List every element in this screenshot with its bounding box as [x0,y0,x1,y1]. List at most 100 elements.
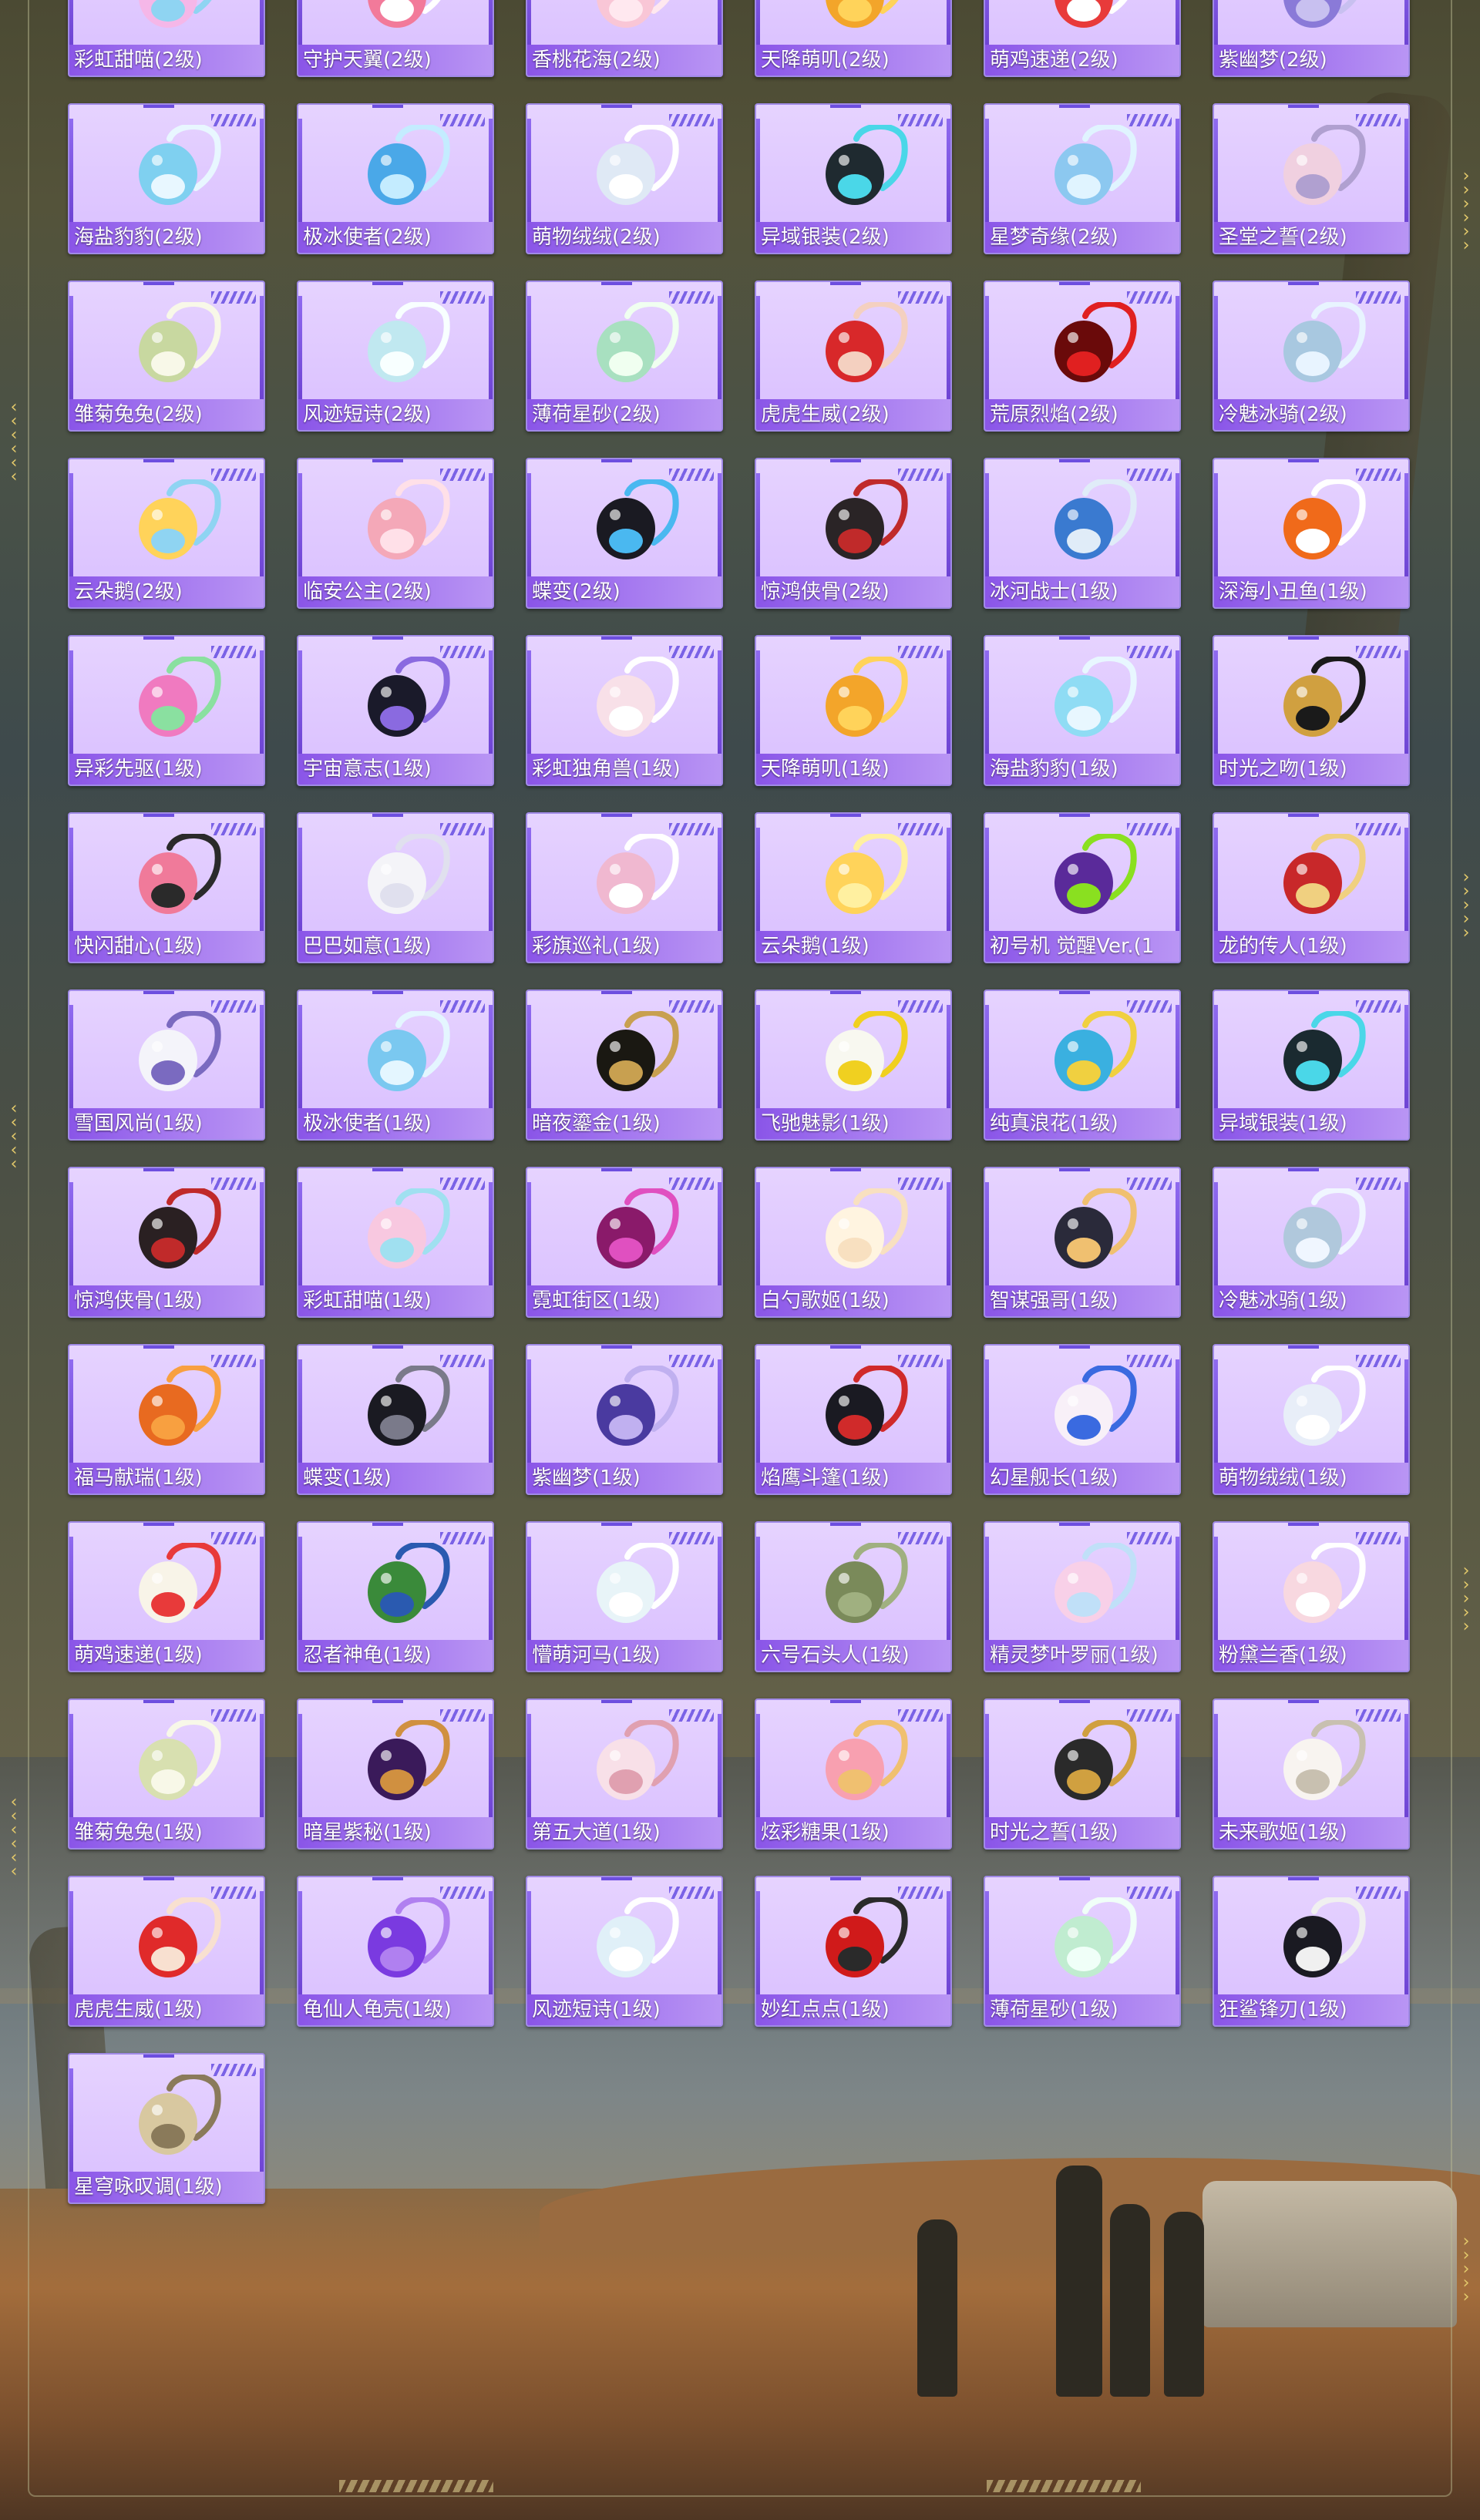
backpack-card[interactable]: 蝶变(1级) [297,1344,494,1495]
backpack-card[interactable]: 圣堂之誓(2级) [1213,103,1410,254]
backpack-card[interactable]: 巴巴如意(1级) [297,812,494,963]
backpack-card[interactable]: 龙的传人(1级) [1213,812,1410,963]
backpack-card[interactable]: 异彩先驱(1级) [68,635,265,786]
backpack-name: 星穹咏叹调(1级) [69,2172,264,2202]
backpack-card[interactable]: 萌鸡速递(1级) [68,1521,265,1672]
backpack-card[interactable]: 雏菊兔兔(2级) [68,281,265,432]
backpack-skin-grid: 彩虹甜喵(2级) 守护天翼(2级) 香桃花海(2级) 天降萌叽(2级) 萌鸡速递… [68,0,1412,2204]
rainbow-cat-backpack-icon [368,1188,450,1268]
card-top-accent [1288,814,1319,817]
backpack-card[interactable]: 炫彩糖果(1级) [755,1698,952,1850]
backpack-card[interactable]: 幻星舰长(1级) [984,1344,1181,1495]
card-top-accent [830,1346,861,1349]
backpack-card[interactable]: 紫幽梦(2级) [1213,0,1410,77]
backpack-card[interactable]: 飞驰魅影(1级) [755,990,952,1141]
backpack-card[interactable]: 星梦奇缘(2级) [984,103,1181,254]
backpack-name: 极冰使者(2级) [298,222,493,253]
card-right-accent [947,119,950,234]
card-right-accent [1404,1359,1408,1475]
backpack-card[interactable]: 彩虹独角兽(1级) [526,635,723,786]
backpack-card[interactable]: 海盐豹豹(1级) [984,635,1181,786]
backpack-card[interactable]: 暗夜鎏金(1级) [526,990,723,1141]
backpack-card[interactable]: 萌物绒绒(2级) [526,103,723,254]
backpack-card[interactable]: 纯真浪花(1级) [984,990,1181,1141]
white-diva-backpack-icon [826,1188,908,1268]
backpack-card[interactable]: 异域银装(2级) [755,103,952,254]
backpack-card[interactable]: 霓虹街区(1级) [526,1167,723,1318]
backpack-card[interactable]: 懵萌河马(1级) [526,1521,723,1672]
backpack-card[interactable]: 云朵鹅(1级) [755,812,952,963]
backpack-card[interactable]: 智谋强哥(1级) [984,1167,1181,1318]
backpack-card[interactable]: 惊鸿侠骨(2级) [755,458,952,609]
backpack-card[interactable]: 紫幽梦(1级) [526,1344,723,1495]
purple-dream-backpack-icon [597,1366,679,1446]
backpack-card[interactable]: 惊鸿侠骨(1级) [68,1167,265,1318]
backpack-card[interactable]: 异域银装(1级) [1213,990,1410,1141]
backpack-card[interactable]: 蝶变(2级) [526,458,723,609]
card-left-accent [1214,1537,1218,1652]
backpack-card[interactable]: 海盐豹豹(2级) [68,103,265,254]
speed-phantom-backpack-icon [826,1011,908,1091]
backpack-card[interactable]: 香桃花海(2级) [526,0,723,77]
backpack-card[interactable]: 薄荷星砂(2级) [526,281,723,432]
backpack-card[interactable]: 深海小丑鱼(1级) [1213,458,1410,609]
backpack-card[interactable]: 时光之吻(1级) [1213,635,1410,786]
backpack-card[interactable]: 虎虎生威(2级) [755,281,952,432]
card-right-accent [947,1537,950,1652]
backpack-card[interactable]: 妙红点点(1级) [755,1876,952,2027]
card-left-accent [69,1714,73,1830]
card-top-accent [830,1700,861,1703]
backpack-card[interactable]: 狂鲨锋刃(1级) [1213,1876,1410,2027]
backpack-card[interactable]: 风迹短诗(1级) [526,1876,723,2027]
card-right-accent [489,1891,493,2007]
backpack-card[interactable]: 萌物绒绒(1级) [1213,1344,1410,1495]
backpack-card[interactable]: 萌鸡速递(2级) [984,0,1181,77]
backpack-card[interactable]: 宇宙意志(1级) [297,635,494,786]
backpack-card[interactable]: 暗星紫秘(1级) [297,1698,494,1850]
card-top-accent [1288,1877,1319,1880]
backpack-card[interactable]: 冷魅冰骑(2级) [1213,281,1410,432]
backpack-card[interactable]: 守护天翼(2级) [297,0,494,77]
backpack-card[interactable]: 初号机 觉醒Ver.(1 [984,812,1181,963]
backpack-card[interactable]: 彩旗巡礼(1级) [526,812,723,963]
backpack-name: 香桃花海(2级) [527,45,722,76]
backpack-card[interactable]: 星穹咏叹调(1级) [68,2053,265,2204]
backpack-card[interactable]: 龟仙人龟壳(1级) [297,1876,494,2027]
butterfly-backpack-icon [368,1366,450,1446]
backpack-card[interactable]: 焰鹰斗篷(1级) [755,1344,952,1495]
backpack-card[interactable]: 雏菊兔兔(1级) [68,1698,265,1850]
backpack-card[interactable]: 六号石头人(1级) [755,1521,952,1672]
backpack-card[interactable]: 虎虎生威(1级) [68,1876,265,2027]
card-top-accent [830,814,861,817]
backpack-card[interactable]: 临安公主(2级) [297,458,494,609]
backpack-card[interactable]: 彩虹甜喵(2级) [68,0,265,77]
backpack-card[interactable]: 彩虹甜喵(1级) [297,1167,494,1318]
backpack-card[interactable]: 雪国风尚(1级) [68,990,265,1141]
card-right-accent [260,1891,264,2007]
backpack-card[interactable]: 福马献瑞(1级) [68,1344,265,1495]
backpack-card[interactable]: 冰河战士(1级) [984,458,1181,609]
backpack-card[interactable]: 极冰使者(1级) [297,990,494,1141]
backpack-card[interactable]: 时光之誓(1级) [984,1698,1181,1850]
backpack-card[interactable]: 极冰使者(2级) [297,103,494,254]
card-right-accent [718,1182,722,1298]
backpack-card[interactable]: 白勺歌姬(1级) [755,1167,952,1318]
backpack-card[interactable]: 第五大道(1级) [526,1698,723,1850]
neon-street-backpack-icon [597,1188,679,1268]
backpack-card[interactable]: 忍者神龟(1级) [297,1521,494,1672]
backpack-card[interactable]: 风迹短诗(2级) [297,281,494,432]
backpack-card[interactable]: 薄荷星砂(1级) [984,1876,1181,2027]
backpack-card[interactable]: 云朵鹅(2级) [68,458,265,609]
card-left-accent [69,473,73,589]
card-right-accent [718,1005,722,1121]
backpack-card[interactable]: 冷魅冰骑(1级) [1213,1167,1410,1318]
backpack-card[interactable]: 快闪甜心(1级) [68,812,265,963]
backpack-card[interactable]: 荒原烈焰(2级) [984,281,1181,432]
backpack-card[interactable]: 未来歌姬(1级) [1213,1698,1410,1850]
right-chevrons-icon: › › › › › [1462,868,1470,942]
card-left-accent [298,1182,302,1298]
backpack-card[interactable]: 粉黛兰香(1级) [1213,1521,1410,1672]
backpack-card[interactable]: 天降萌叽(2级) [755,0,952,77]
backpack-card[interactable]: 精灵梦叶罗丽(1级) [984,1521,1181,1672]
backpack-card[interactable]: 天降萌叽(1级) [755,635,952,786]
